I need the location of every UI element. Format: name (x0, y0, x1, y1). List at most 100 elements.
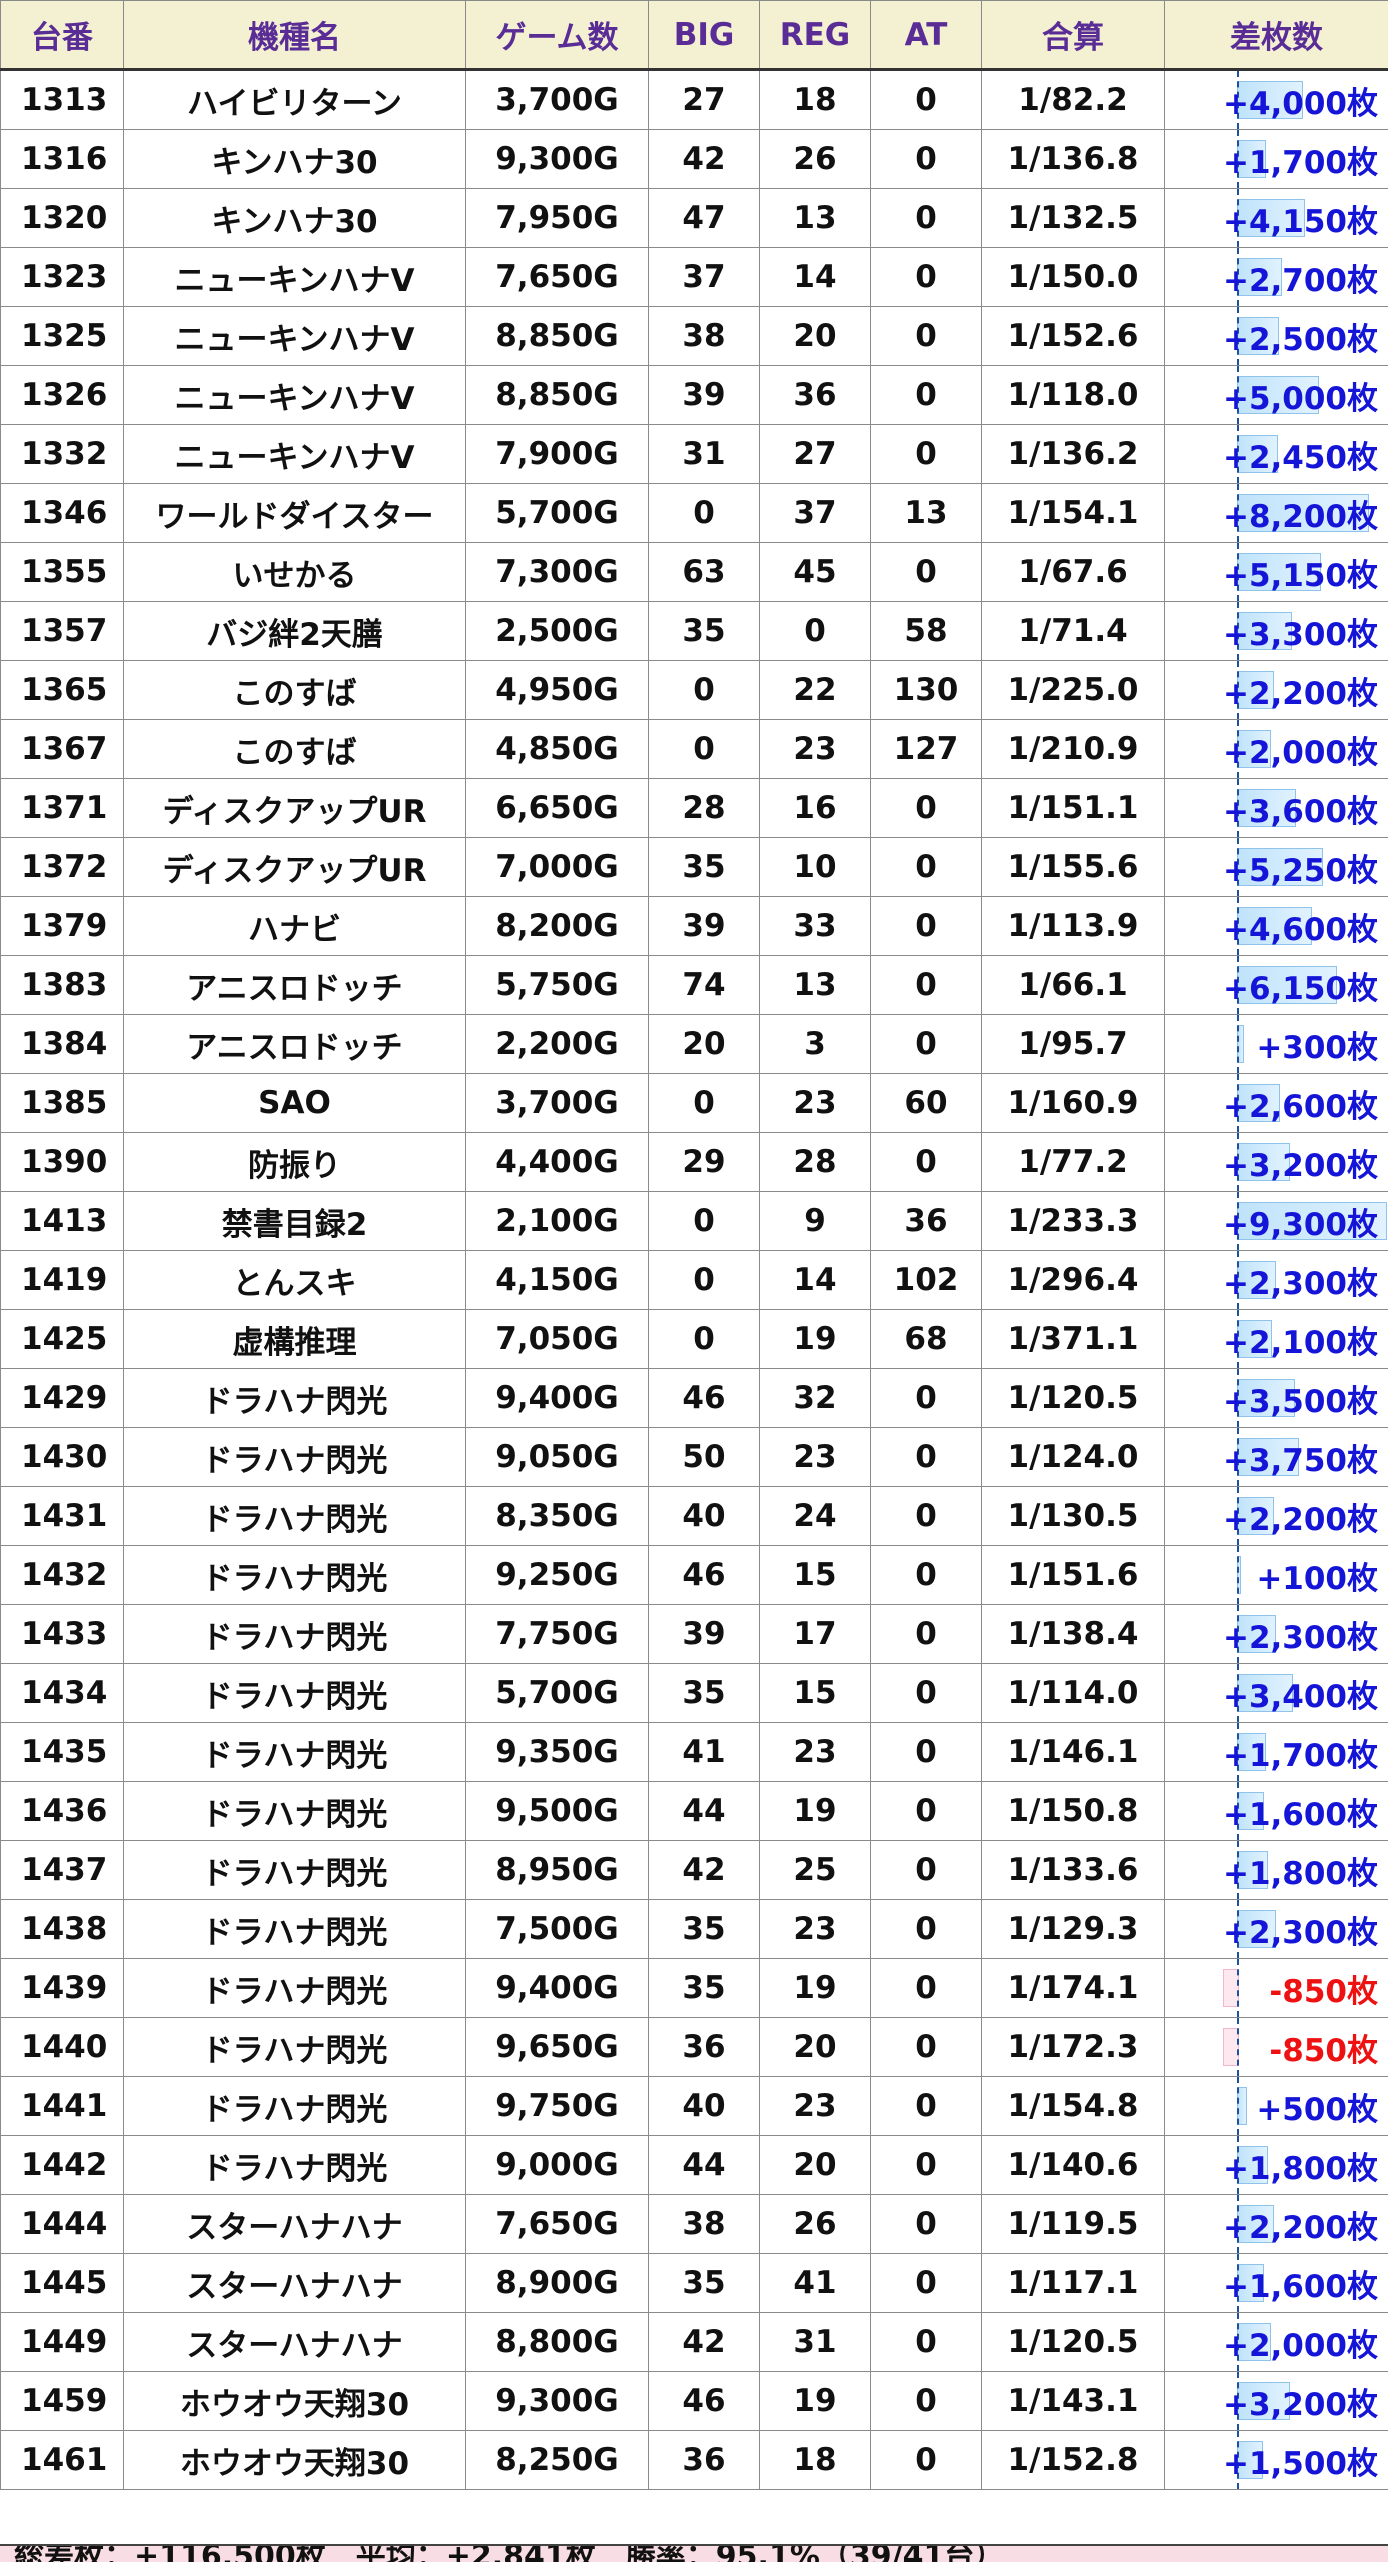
cell-games: 9,050G (466, 1428, 649, 1487)
cell-combined: 1/210.9 (982, 720, 1165, 779)
diff-value: +4,600枚 (1223, 912, 1378, 948)
header-games[interactable]: ゲーム数 (466, 1, 649, 70)
diff-value: -850枚 (1269, 1974, 1378, 2010)
cell-at: 0 (871, 1605, 982, 1664)
table-row[interactable]: 1346ワールドダイスター5,700G037131/154.1+8,200枚 (1, 484, 1388, 543)
table-row[interactable]: 1429ドラハナ閃光9,400G463201/120.5+3,500枚 (1, 1369, 1388, 1428)
cell-machine-no: 1355 (1, 543, 124, 602)
table-row[interactable]: 1379ハナビ8,200G393301/113.9+4,600枚 (1, 897, 1388, 956)
header-diff[interactable]: 差枚数 (1165, 1, 1388, 70)
cell-reg: 19 (760, 2372, 871, 2431)
table-row[interactable]: 1357バジ絆2天膳2,500G350581/71.4+3,300枚 (1, 602, 1388, 661)
cell-at: 0 (871, 1664, 982, 1723)
table-row[interactable]: 1385SAO3,700G023601/160.9+2,600枚 (1, 1074, 1388, 1133)
header-at[interactable]: AT (871, 1, 982, 70)
cell-model: 虚構推理 (124, 1310, 466, 1369)
cell-reg: 13 (760, 956, 871, 1015)
table-row[interactable]: 1444スターハナハナ7,650G382601/119.5+2,200枚 (1, 2195, 1388, 2254)
table-row[interactable]: 1332ニューキンハナV7,900G312701/136.2+2,450枚 (1, 425, 1388, 484)
cell-games: 8,900G (466, 2254, 649, 2313)
header-combined[interactable]: 合算 (982, 1, 1165, 70)
table-row[interactable]: 1430ドラハナ閃光9,050G502301/124.0+3,750枚 (1, 1428, 1388, 1487)
cell-combined: 1/136.8 (982, 130, 1165, 189)
cell-machine-no: 1384 (1, 1015, 124, 1074)
table-row[interactable]: 1390防振り4,400G292801/77.2+3,200枚 (1, 1133, 1388, 1192)
table-row[interactable]: 1432ドラハナ閃光9,250G461501/151.6+100枚 (1, 1546, 1388, 1605)
cell-reg: 15 (760, 1664, 871, 1723)
cell-reg: 9 (760, 1192, 871, 1251)
table-row[interactable]: 1461ホウオウ天翔308,250G361801/152.8+1,500枚 (1, 2431, 1388, 2490)
cell-games: 6,650G (466, 779, 649, 838)
table-row[interactable]: 1459ホウオウ天翔309,300G461901/143.1+3,200枚 (1, 2372, 1388, 2431)
cell-reg: 20 (760, 307, 871, 366)
cell-combined: 1/130.5 (982, 1487, 1165, 1546)
cell-combined: 1/150.0 (982, 248, 1165, 307)
cell-at: 0 (871, 248, 982, 307)
cell-big: 38 (649, 2195, 760, 2254)
cell-diff: +1,500枚 (1165, 2431, 1388, 2490)
header-big[interactable]: BIG (649, 1, 760, 70)
table-row[interactable]: 1425虚構推理7,050G019681/371.1+2,100枚 (1, 1310, 1388, 1369)
cell-diff: +2,450枚 (1165, 425, 1388, 484)
cell-at: 36 (871, 1192, 982, 1251)
cell-reg: 26 (760, 2195, 871, 2254)
diff-value: +2,100枚 (1223, 1325, 1378, 1361)
table-row[interactable]: 1438ドラハナ閃光7,500G352301/129.3+2,300枚 (1, 1900, 1388, 1959)
cell-big: 0 (649, 720, 760, 779)
table-row[interactable]: 1431ドラハナ閃光8,350G402401/130.5+2,200枚 (1, 1487, 1388, 1546)
header-machine-no[interactable]: 台番 (1, 1, 124, 70)
cell-reg: 23 (760, 720, 871, 779)
cell-big: 35 (649, 838, 760, 897)
cell-model: ドラハナ閃光 (124, 1723, 466, 1782)
table-row[interactable]: 1435ドラハナ閃光9,350G412301/146.1+1,700枚 (1, 1723, 1388, 1782)
cell-model: ニューキンハナV (124, 248, 466, 307)
table-row[interactable]: 1326ニューキンハナV8,850G393601/118.0+5,000枚 (1, 366, 1388, 425)
table-row[interactable]: 1367このすば4,850G0231271/210.9+2,000枚 (1, 720, 1388, 779)
header-reg[interactable]: REG (760, 1, 871, 70)
table-row[interactable]: 1436ドラハナ閃光9,500G441901/150.8+1,600枚 (1, 1782, 1388, 1841)
cell-machine-no: 1385 (1, 1074, 124, 1133)
table-row[interactable]: 1325ニューキンハナV8,850G382001/152.6+2,500枚 (1, 307, 1388, 366)
cell-at: 0 (871, 189, 982, 248)
table-row[interactable]: 1320キンハナ307,950G471301/132.5+4,150枚 (1, 189, 1388, 248)
cell-big: 39 (649, 1605, 760, 1664)
cell-big: 35 (649, 2254, 760, 2313)
diff-value: +1,800枚 (1223, 1856, 1378, 1892)
table-row[interactable]: 1383アニスロドッチ5,750G741301/66.1+6,150枚 (1, 956, 1388, 1015)
table-row[interactable]: 1440ドラハナ閃光9,650G362001/172.3-850枚 (1, 2018, 1388, 2077)
header-model[interactable]: 機種名 (124, 1, 466, 70)
table-row[interactable]: 1355いせかる7,300G634501/67.6+5,150枚 (1, 543, 1388, 602)
table-row[interactable]: 1313ハイビリターン3,700G271801/82.2+4,000枚 (1, 70, 1388, 130)
table-row[interactable]: 1323ニューキンハナV7,650G371401/150.0+2,700枚 (1, 248, 1388, 307)
table-row[interactable]: 1439ドラハナ閃光9,400G351901/174.1-850枚 (1, 1959, 1388, 2018)
cell-games: 9,750G (466, 2077, 649, 2136)
table-row[interactable]: 1316キンハナ309,300G422601/136.8+1,700枚 (1, 130, 1388, 189)
cell-games: 8,350G (466, 1487, 649, 1546)
cell-model: ニューキンハナV (124, 307, 466, 366)
cell-combined: 1/371.1 (982, 1310, 1165, 1369)
cell-big: 41 (649, 1723, 760, 1782)
table-row[interactable]: 1449スターハナハナ8,800G423101/120.5+2,000枚 (1, 2313, 1388, 2372)
table-row[interactable]: 1441ドラハナ閃光9,750G402301/154.8+500枚 (1, 2077, 1388, 2136)
table-row[interactable]: 1445スターハナハナ8,900G354101/117.1+1,600枚 (1, 2254, 1388, 2313)
cell-at: 0 (871, 956, 982, 1015)
table-row[interactable]: 1413禁書目録22,100G09361/233.3+9,300枚 (1, 1192, 1388, 1251)
table-row[interactable]: 1442ドラハナ閃光9,000G442001/140.6+1,800枚 (1, 2136, 1388, 2195)
diff-value: +3,600枚 (1223, 794, 1378, 830)
cell-games: 2,200G (466, 1015, 649, 1074)
cell-games: 7,000G (466, 838, 649, 897)
table-row[interactable]: 1365このすば4,950G0221301/225.0+2,200枚 (1, 661, 1388, 720)
table-row[interactable]: 1434ドラハナ閃光5,700G351501/114.0+3,400枚 (1, 1664, 1388, 1723)
table-row[interactable]: 1433ドラハナ閃光7,750G391701/138.4+2,300枚 (1, 1605, 1388, 1664)
cell-big: 38 (649, 307, 760, 366)
table-row[interactable]: 1384アニスロドッチ2,200G20301/95.7+300枚 (1, 1015, 1388, 1074)
table-row[interactable]: 1372ディスクアップUR7,000G351001/155.6+5,250枚 (1, 838, 1388, 897)
cell-model: とんスキ (124, 1251, 466, 1310)
cell-at: 0 (871, 1133, 982, 1192)
table-row[interactable]: 1419とんスキ4,150G0141021/296.4+2,300枚 (1, 1251, 1388, 1310)
table-row[interactable]: 1437ドラハナ閃光8,950G422501/133.6+1,800枚 (1, 1841, 1388, 1900)
diff-value: +2,200枚 (1223, 1502, 1378, 1538)
table-row[interactable]: 1371ディスクアップUR6,650G281601/151.1+3,600枚 (1, 779, 1388, 838)
diff-value: +2,200枚 (1223, 2210, 1378, 2246)
cell-combined: 1/152.8 (982, 2431, 1165, 2490)
